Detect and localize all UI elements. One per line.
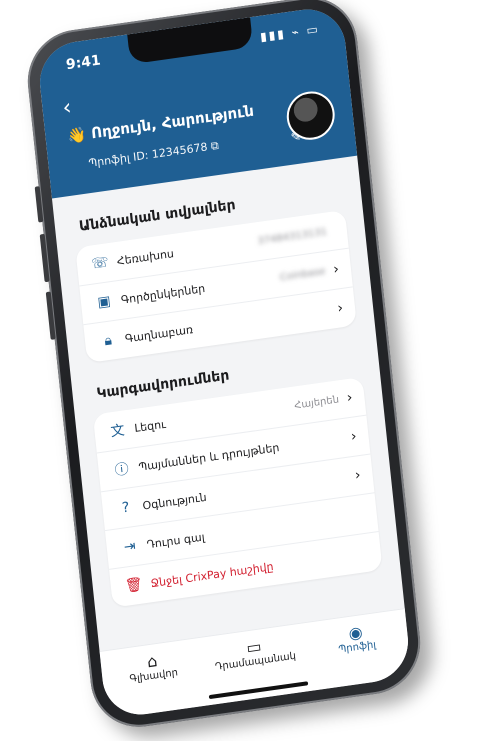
tab-home[interactable]: ⌂ Գլխավոր <box>109 647 197 688</box>
tab-profile[interactable]: ◉ Պրոֆիլ <box>312 618 400 659</box>
trash-icon: 🗑︎ <box>124 576 144 595</box>
row-value: Հայերեն <box>293 393 340 412</box>
status-time: 9:41 <box>65 52 102 74</box>
lock-icon: 🔒︎ <box>103 332 113 350</box>
screen: 9:41 ▮▮▮ ⌁ ▭ ‹ 👋 Ողջույն, Հարություն Պրո… <box>36 4 412 720</box>
side-button <box>45 291 56 340</box>
stage: 9:41 ▮▮▮ ⌁ ▭ ‹ 👋 Ողջույն, Հարություն Պրո… <box>0 0 479 741</box>
chevron-right-icon: › <box>336 299 344 317</box>
briefcase-icon: ▣ <box>96 293 112 312</box>
info-icon: ⓘ <box>113 461 130 480</box>
chevron-right-icon: › <box>354 467 362 484</box>
row-value: Coinbase <box>279 265 327 283</box>
row-value: 37484313131 <box>256 226 328 247</box>
profile-content: Անձնական տվյալներ ☏ Հեռախոս 37484313131 … <box>52 156 406 660</box>
edit-icon[interactable]: ✎ <box>290 129 301 144</box>
chevron-right-icon: › <box>332 261 340 278</box>
personal-card: ☏ Հեռախոս 37484313131 ▣ Գործընկերներ Coi… <box>75 209 357 364</box>
side-button <box>34 186 44 223</box>
notch <box>127 17 254 65</box>
phone-icon: ☏ <box>90 254 110 273</box>
tab-wallet[interactable]: ▭ Դրամապանակ <box>210 632 298 673</box>
logout-icon: ⇥ <box>123 538 137 556</box>
profile-id-text: Պրոֆիլ ID: 12345678 <box>87 140 209 171</box>
row-label: Հեռախոս <box>116 246 175 268</box>
translate-icon: 文 <box>109 422 126 441</box>
chevron-right-icon: › <box>350 428 358 445</box>
home-indicator <box>208 681 309 700</box>
help-icon: ? <box>121 499 131 517</box>
settings-card: 文 Լեզու Հայերեն › ⓘ Պայմաններ և դրույթնե… <box>92 376 383 608</box>
copy-icon[interactable]: ⧉ <box>210 139 219 153</box>
side-button <box>39 233 50 283</box>
back-chevron-icon[interactable]: ‹ <box>61 95 72 121</box>
profile-id: Պրոֆիլ ID: 12345678 ⧉ <box>88 139 220 171</box>
chevron-right-icon: › <box>346 389 354 407</box>
phone-frame: 9:41 ▮▮▮ ⌁ ▭ ‹ 👋 Ողջույն, Հարություն Պրո… <box>22 0 426 734</box>
status-icons: ▮▮▮ ⌁ ▭ <box>259 21 321 44</box>
greeting: 👋 Ողջույն, Հարություն <box>66 101 255 146</box>
